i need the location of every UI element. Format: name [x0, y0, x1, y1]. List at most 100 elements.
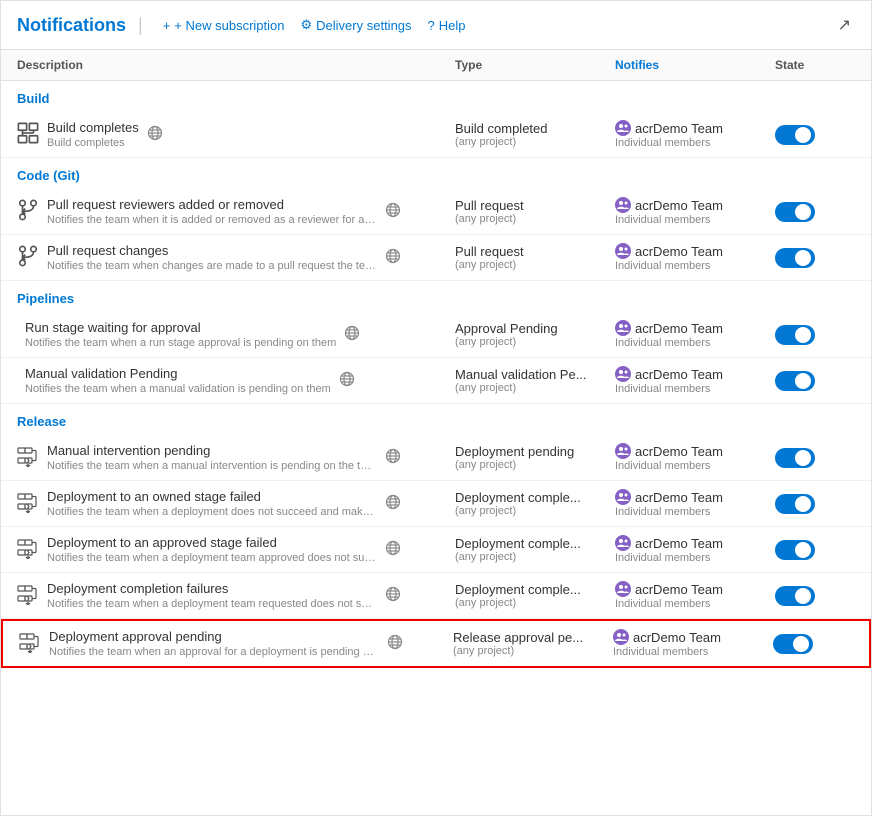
notifies-team: acrDemo Team [635, 244, 723, 259]
globe-icon [385, 202, 401, 221]
notifies-cell: acrDemo Team Individual members [615, 535, 775, 564]
desc-content: Pull request changes Notifies the team w… [47, 243, 377, 272]
toggle[interactable] [775, 494, 815, 514]
type-sub: (any project) [455, 382, 615, 394]
type-cell: Deployment comple... (any project) [455, 582, 615, 609]
section-header-0: Build [1, 81, 871, 112]
notifies-team: acrDemo Team [635, 444, 723, 459]
table-header: Description Type Notifies State [1, 50, 871, 81]
toggle[interactable] [775, 125, 815, 145]
desc-subtitle: Notifies the team when changes are made … [47, 260, 377, 272]
desc-cell: Deployment completion failures Notifies … [17, 581, 455, 610]
desc-subtitle: Notifies the team when a deployment team… [47, 552, 377, 564]
toggle[interactable] [775, 202, 815, 222]
type-sub: (any project) [453, 645, 613, 657]
desc-title: Deployment to an owned stage failed [47, 489, 377, 504]
type-sub: (any project) [455, 136, 615, 148]
team-icon [613, 629, 629, 645]
table-row: Pull request reviewers added or removed … [1, 189, 871, 235]
team-icon [615, 535, 631, 551]
toggle[interactable] [775, 448, 815, 468]
desc-title: Deployment completion failures [47, 581, 377, 596]
notifies-cell: acrDemo Team Individual members [615, 243, 775, 272]
notifies-team: acrDemo Team [635, 536, 723, 551]
type-sub: (any project) [455, 213, 615, 225]
desc-title: Pull request reviewers added or removed [47, 197, 377, 212]
notifies-cell: acrDemo Team Individual members [615, 581, 775, 610]
type-cell: Deployment pending (any project) [455, 444, 615, 471]
desc-cell: Pull request changes Notifies the team w… [17, 243, 455, 272]
row-icon [17, 245, 39, 270]
row-icon [17, 583, 39, 608]
notifies-sub: Individual members [615, 506, 775, 518]
col-notifies: Notifies [615, 58, 775, 72]
notifies-cell: acrDemo Team Individual members [615, 443, 775, 472]
state-cell [775, 248, 855, 268]
type-sub: (any project) [455, 597, 615, 609]
row-icon [17, 491, 39, 516]
gear-icon: ⚙ [301, 17, 313, 33]
team-icon [615, 320, 631, 336]
notifies-sub: Individual members [615, 598, 775, 610]
desc-cell: Manual validation Pending Notifies the t… [17, 366, 455, 395]
type-name: Deployment comple... [455, 490, 615, 505]
type-cell: Deployment comple... (any project) [455, 536, 615, 563]
desc-content: Deployment approval pending Notifies the… [49, 629, 379, 658]
plus-icon: + [163, 18, 171, 33]
desc-cell: Deployment approval pending Notifies the… [19, 629, 453, 658]
toggle[interactable] [775, 248, 815, 268]
team-icon [615, 581, 631, 597]
team-icon [615, 243, 631, 259]
type-name: Pull request [455, 198, 615, 213]
globe-icon [147, 125, 163, 144]
state-cell [775, 202, 855, 222]
notifies-team: acrDemo Team [633, 630, 721, 645]
row-icon [19, 631, 41, 656]
desc-title: Pull request changes [47, 243, 377, 258]
state-cell [775, 494, 855, 514]
toggle[interactable] [775, 325, 815, 345]
desc-content: Manual intervention pending Notifies the… [47, 443, 377, 472]
type-cell: Release approval pe... (any project) [453, 630, 613, 657]
table-body: Build Build completes Build completes Bu… [1, 81, 871, 668]
desc-subtitle: Notifies the team when an approval for a… [49, 646, 379, 658]
desc-content: Manual validation Pending Notifies the t… [25, 366, 331, 395]
notifies-name: acrDemo Team [615, 366, 775, 382]
desc-subtitle: Notifies the team when a deployment team… [47, 598, 377, 610]
desc-content: Deployment to an owned stage failed Noti… [47, 489, 377, 518]
toggle[interactable] [775, 586, 815, 606]
table-row: Pull request changes Notifies the team w… [1, 235, 871, 281]
notifies-sub: Individual members [615, 137, 775, 149]
new-subscription-button[interactable]: + + New subscription [155, 14, 293, 37]
toggle[interactable] [773, 634, 813, 654]
type-sub: (any project) [455, 459, 615, 471]
notifies-name: acrDemo Team [615, 197, 775, 213]
delivery-settings-button[interactable]: ⚙ Delivery settings [293, 13, 420, 37]
help-button[interactable]: ? Help [420, 14, 474, 37]
toggle[interactable] [775, 540, 815, 560]
desc-subtitle: Notifies the team when a manual validati… [25, 383, 331, 395]
notifies-name: acrDemo Team [615, 120, 775, 136]
desc-content: Deployment completion failures Notifies … [47, 581, 377, 610]
toggle[interactable] [775, 371, 815, 391]
type-name: Deployment comple... [455, 582, 615, 597]
type-name: Deployment comple... [455, 536, 615, 551]
row-icon [17, 445, 39, 470]
notifies-team: acrDemo Team [635, 490, 723, 505]
desc-content: Build completes Build completes [47, 120, 139, 149]
expand-button[interactable]: ↗ [834, 11, 855, 39]
desc-title: Deployment approval pending [49, 629, 379, 644]
state-cell [775, 125, 855, 145]
globe-icon [385, 494, 401, 513]
globe-icon [385, 540, 401, 559]
type-name: Manual validation Pe... [455, 367, 615, 382]
team-icon [615, 197, 631, 213]
table-row: Deployment completion failures Notifies … [1, 573, 871, 619]
notifies-sub: Individual members [613, 646, 773, 658]
table-row: Deployment to an approved stage failed N… [1, 527, 871, 573]
desc-content: Pull request reviewers added or removed … [47, 197, 377, 226]
notifies-name: acrDemo Team [615, 581, 775, 597]
notifies-cell: acrDemo Team Individual members [615, 197, 775, 226]
desc-title: Manual intervention pending [47, 443, 377, 458]
desc-subtitle: Build completes [47, 137, 139, 149]
